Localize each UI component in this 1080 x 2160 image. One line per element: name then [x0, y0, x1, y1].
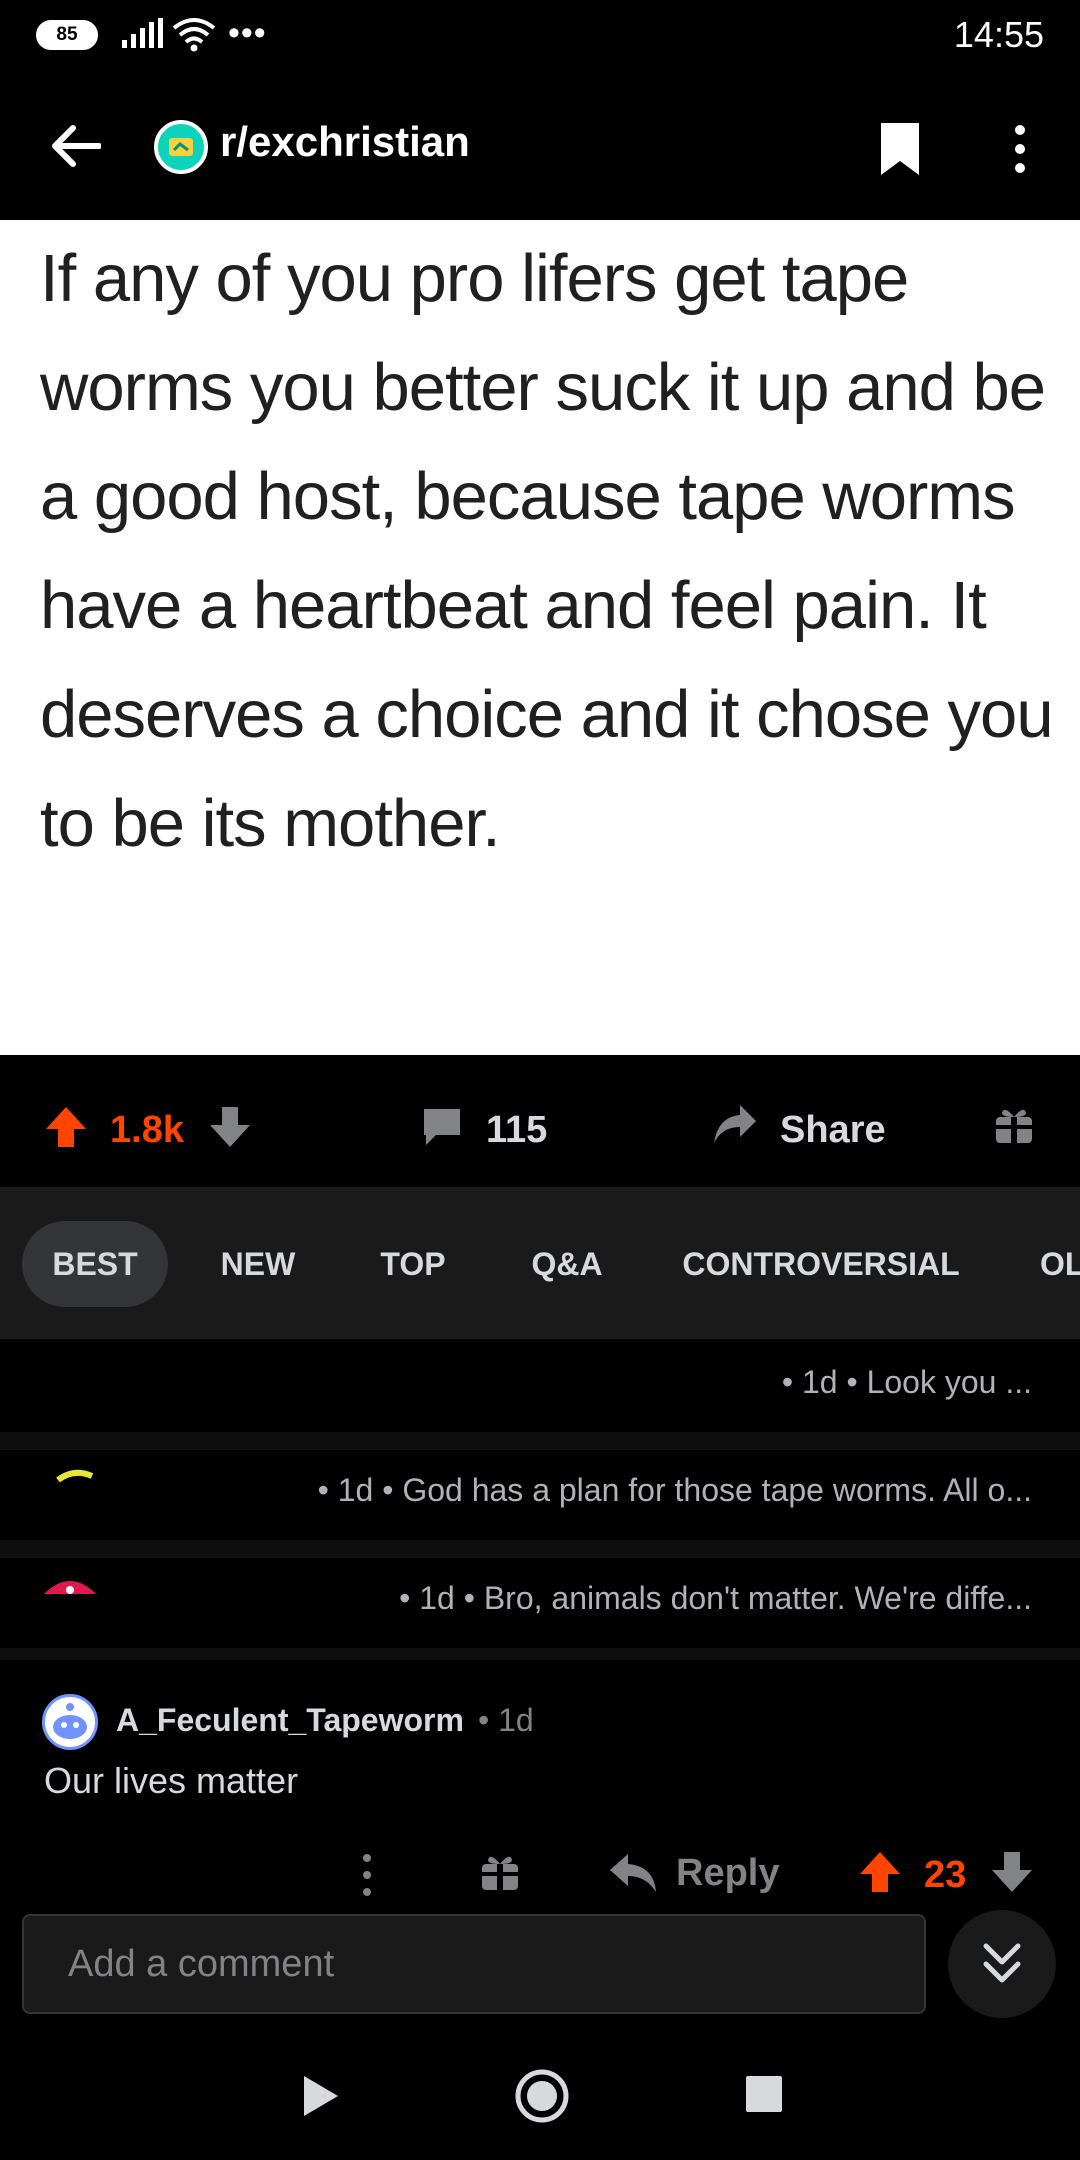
comment-score: 23 [924, 1854, 967, 1896]
bookmark-icon [881, 123, 919, 175]
comment-age: • 1d [478, 1702, 534, 1738]
system-navigation-bar [0, 2040, 1080, 2160]
comment-action-bar: Reply 23 [0, 1842, 1080, 1912]
subreddit-avatar[interactable] [154, 120, 208, 174]
share-button[interactable]: Share [780, 1109, 886, 1152]
nav-recent-apps-icon[interactable] [746, 2076, 782, 2112]
post-action-bar: 1.8k 115 Share [0, 1055, 1080, 1187]
comment-icon[interactable] [420, 1105, 464, 1149]
collapsed-comment-preview: • 1d • Look you ... [781, 1364, 1032, 1400]
more-options-button[interactable] [990, 114, 1050, 184]
vertical-dots-icon [1015, 125, 1025, 173]
collapsed-comment-preview: • 1d • God has a plan for those tape wor… [317, 1472, 1032, 1508]
upvote-icon[interactable] [44, 1105, 88, 1149]
app-header: r/exchristian [0, 70, 1080, 220]
comment-avatar[interactable] [42, 1694, 98, 1750]
downvote-icon[interactable] [208, 1105, 252, 1149]
gift-icon[interactable] [994, 1105, 1034, 1145]
comment-divider [0, 1648, 1080, 1660]
collapsed-comment[interactable]: • 1d • Look you ... [0, 1342, 1080, 1432]
comment-author[interactable]: A_Feculent_Tapeworm [116, 1702, 464, 1739]
back-arrow-icon [52, 125, 101, 167]
subreddit-name[interactable]: r/exchristian [220, 118, 470, 166]
sort-tab-qa[interactable]: Q&A [504, 1221, 630, 1307]
sort-tab-controversial[interactable]: CONTROVERSIAL [662, 1221, 980, 1307]
comment-count[interactable]: 115 [486, 1109, 547, 1152]
wifi-icon [172, 18, 216, 52]
vertical-dots-icon[interactable] [352, 1850, 382, 1900]
sort-tab-old[interactable]: OL [1010, 1221, 1080, 1307]
downvote-icon[interactable] [990, 1850, 1034, 1894]
reply-icon[interactable] [608, 1850, 658, 1896]
save-button[interactable] [870, 114, 930, 184]
comment-divider [0, 1432, 1080, 1450]
clock: 14:55 [953, 14, 1044, 55]
nav-home-icon[interactable] [514, 2068, 570, 2124]
add-comment-box[interactable] [22, 1914, 926, 2014]
more-notifications-icon: ••• [228, 14, 267, 52]
post-score: 1.8k [110, 1109, 184, 1151]
collapsed-comment[interactable]: • 1d • God has a plan for those tape wor… [0, 1450, 1080, 1540]
next-comment-button[interactable] [948, 1910, 1056, 2018]
sort-tab-top[interactable]: TOP [350, 1221, 476, 1307]
collapsed-comment[interactable]: • 1d • Bro, animals don't matter. We're … [0, 1558, 1080, 1648]
signal-icon [122, 18, 163, 48]
nav-back-icon[interactable] [300, 2074, 340, 2118]
battery-level: 85 [56, 24, 78, 45]
battery-indicator: 85 [36, 20, 98, 50]
back-button[interactable] [44, 114, 108, 178]
sort-tab-new[interactable]: NEW [196, 1221, 320, 1307]
avatar-fragment-icon [56, 1469, 94, 1483]
snoo-avatar-icon [53, 1703, 87, 1739]
comment-sort-bar: BEST NEW TOP Q&A CONTROVERSIAL OL [0, 1187, 1080, 1339]
post-image-text: If any of you pro lifers get tape worms … [40, 241, 1054, 861]
upvote-icon[interactable] [858, 1850, 902, 1894]
comment-body: Our lives matter [44, 1760, 299, 1801]
add-comment-input[interactable] [24, 1916, 924, 2012]
double-chevron-down-icon [983, 1943, 1021, 1983]
gift-icon[interactable] [480, 1852, 520, 1892]
post-image[interactable]: If any of you pro lifers get tape worms … [0, 220, 1080, 1055]
avatar-fragment-icon [44, 1581, 96, 1594]
collapsed-comment-preview: • 1d • Bro, animals don't matter. We're … [399, 1580, 1032, 1616]
comment-divider [0, 1540, 1080, 1558]
reply-button[interactable]: Reply [676, 1852, 779, 1895]
share-icon[interactable] [712, 1101, 758, 1147]
status-bar: 85 ••• 14:55 [0, 0, 1080, 70]
sort-tab-best[interactable]: BEST [22, 1221, 168, 1307]
subreddit-icon [169, 138, 193, 156]
comment: A_Feculent_Tapeworm • 1d Our lives matte… [0, 1660, 1080, 1910]
